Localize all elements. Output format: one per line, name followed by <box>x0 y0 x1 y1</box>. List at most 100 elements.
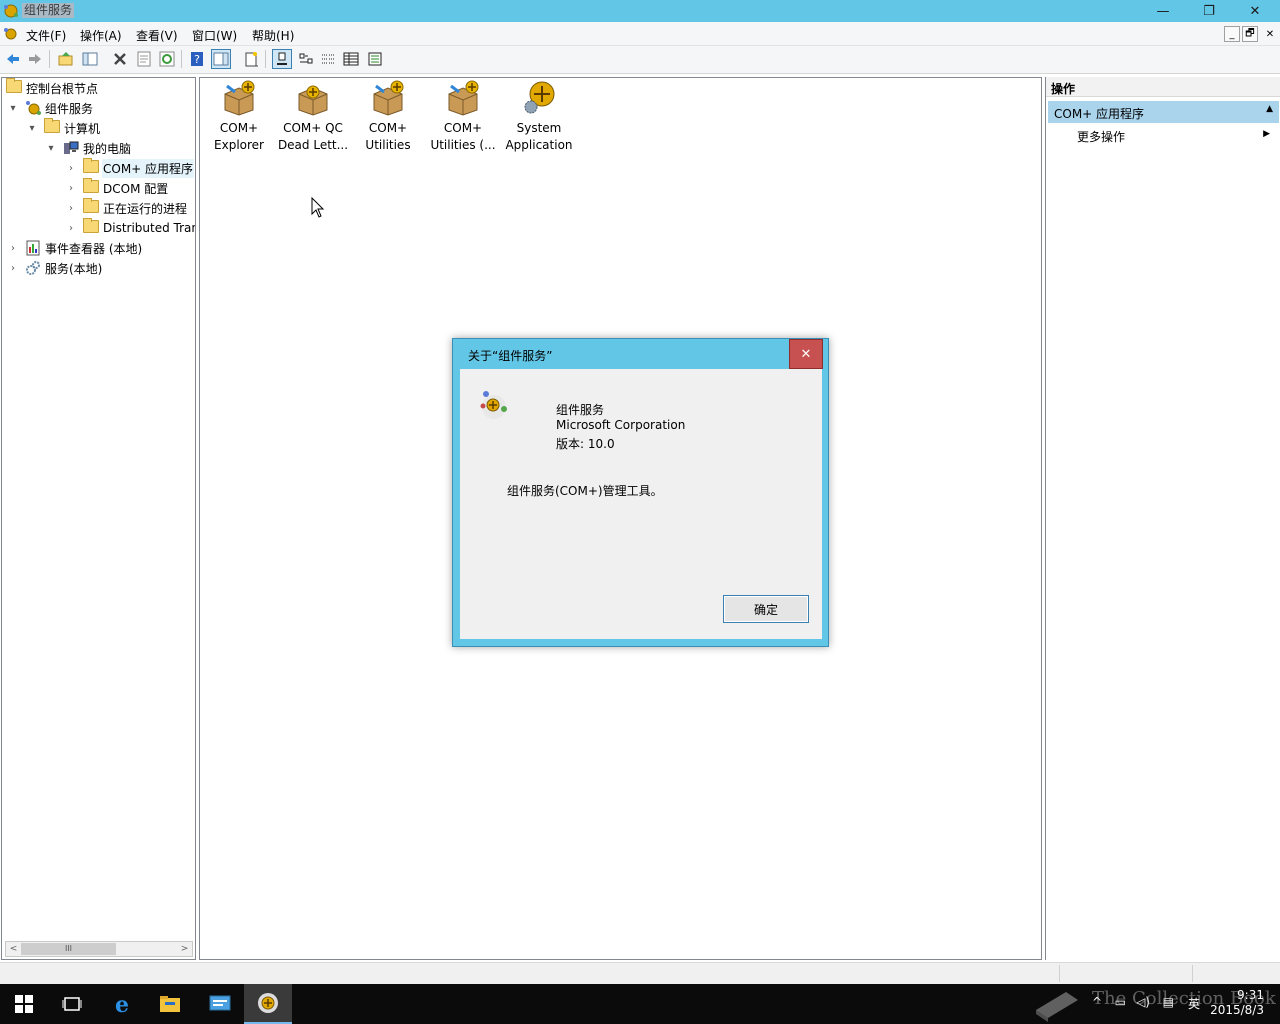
tree-item-com-applications[interactable]: › COM+ 应用程序 <box>65 158 195 178</box>
chevron-right-icon[interactable]: › <box>65 202 77 214</box>
edge-icon[interactable]: e <box>98 984 146 1024</box>
help-icon[interactable]: ? <box>187 49 207 69</box>
console-tree[interactable]: 控制台根节点 ▾ 组件服务 ▾ 计算机 ▾ 我的电脑 › COM+ 应用程序 ›… <box>1 77 196 960</box>
chevron-down-icon[interactable]: ▾ <box>45 142 57 154</box>
small-icons-view-icon[interactable] <box>296 49 316 69</box>
collapse-up-icon[interactable]: ▲ <box>1266 104 1273 114</box>
chevron-right-icon[interactable]: › <box>7 242 19 254</box>
server-manager-icon[interactable] <box>196 984 244 1024</box>
tree-item-component-services[interactable]: ▾ 组件服务 <box>7 98 93 118</box>
event-viewer-icon <box>26 240 40 256</box>
tree-item-running-processes[interactable]: › 正在运行的进程 <box>65 198 187 218</box>
computer-icon <box>64 141 79 154</box>
up-icon[interactable] <box>56 49 76 69</box>
scroll-thumb[interactable]: III <box>21 943 116 955</box>
tree-item-event-viewer[interactable]: › 事件查看器 (本地) <box>7 238 142 258</box>
start-icon[interactable] <box>0 984 48 1024</box>
folder-icon <box>44 118 60 136</box>
dialog-body: 组件服务 Microsoft Corporation 版本: 10.0 组件服务… <box>460 369 822 639</box>
chevron-right-icon[interactable]: › <box>65 182 77 194</box>
tree-item-distributed-transaction[interactable]: › Distributed Tran <box>65 218 195 238</box>
component-services-icon <box>26 101 41 115</box>
tree-item-services[interactable]: › 服务(本地) <box>7 258 102 278</box>
delete-icon[interactable] <box>110 49 130 69</box>
large-icons-view-icon[interactable] <box>272 49 292 69</box>
status-view-icon[interactable] <box>365 49 385 69</box>
folder-icon <box>83 218 99 236</box>
tree-item-dcom-config[interactable]: › DCOM 配置 <box>65 178 168 198</box>
restore-button[interactable]: ❐ <box>1186 0 1232 22</box>
show-hide-action-pane-icon[interactable] <box>211 49 231 69</box>
actions-group-com-applications[interactable]: COM+ 应用程序 ▲ <box>1048 101 1279 123</box>
component-services-app-icon <box>258 993 278 1013</box>
refresh-icon[interactable] <box>157 49 177 69</box>
toolbar-separator <box>265 50 266 68</box>
tree-horizontal-scrollbar[interactable]: < III > <box>5 941 193 957</box>
status-cell <box>1059 965 1192 982</box>
more-actions-item[interactable]: 更多操作 <box>1077 128 1125 145</box>
forward-icon[interactable] <box>25 49 45 69</box>
show-hide-tree-icon[interactable] <box>80 49 100 69</box>
item-com-utilities-32[interactable]: COM+ Utilities (... <box>424 80 502 154</box>
chevron-down-icon[interactable]: ▾ <box>7 102 19 114</box>
toolbar-separator <box>181 50 182 68</box>
menu-window[interactable]: 窗口(W) <box>192 27 237 44</box>
properties-icon[interactable] <box>134 49 154 69</box>
menu-action[interactable]: 操作(A) <box>80 27 122 44</box>
status-cell <box>1192 965 1280 982</box>
chevron-down-icon[interactable]: ▾ <box>26 122 38 134</box>
mdi-close-button[interactable]: ✕ <box>1262 26 1278 42</box>
description-text: 组件服务(COM+)管理工具。 <box>507 484 663 498</box>
com-package-icon <box>373 80 404 116</box>
mdi-restore-button[interactable]: 🗗 <box>1242 26 1258 42</box>
chevron-right-icon[interactable]: › <box>65 222 77 234</box>
com-package-icon <box>224 80 255 116</box>
about-dialog[interactable]: 关于“组件服务” ✕ 组件服务 Microsoft Corporation 版本… <box>452 338 829 647</box>
window-title: 组件服务 <box>22 3 75 18</box>
scroll-right-button[interactable]: > <box>177 942 192 956</box>
services-gear-icon <box>26 261 40 275</box>
menu-file[interactable]: 文件(F) <box>26 27 66 44</box>
book-watermark-icon <box>1036 992 1078 1022</box>
scroll-left-button[interactable]: < <box>6 942 21 956</box>
toolbar-separator <box>49 50 50 68</box>
list-view-icon[interactable] <box>318 49 338 69</box>
com-package-icon <box>298 85 328 116</box>
item-com-qc-dead-letter[interactable]: COM+ QC Dead Lett... <box>274 80 352 154</box>
tree-item-console-root[interactable]: 控制台根节点 <box>6 78 98 98</box>
mouse-cursor-icon <box>311 197 325 218</box>
dialog-close-button[interactable]: ✕ <box>789 339 823 369</box>
file-explorer-icon[interactable] <box>146 984 194 1024</box>
title-bar[interactable]: 组件服务 — ❐ ✕ <box>0 0 1280 22</box>
back-icon[interactable] <box>3 49 23 69</box>
export-list-icon[interactable] <box>241 49 261 69</box>
status-bar <box>0 962 1280 984</box>
folder-icon <box>83 198 99 216</box>
component-services-app-icon <box>4 4 18 18</box>
company-name: Microsoft Corporation <box>556 418 686 432</box>
mmc-document-icon[interactable] <box>3 26 19 42</box>
tree-item-computers[interactable]: ▾ 计算机 <box>26 118 100 138</box>
menu-view[interactable]: 查看(V) <box>136 27 178 44</box>
item-com-explorer[interactable]: COM+ Explorer <box>200 80 278 154</box>
menu-help[interactable]: 帮助(H) <box>252 27 294 44</box>
submenu-arrow-icon: ▶ <box>1263 129 1270 139</box>
close-button[interactable]: ✕ <box>1232 0 1278 22</box>
item-system-application[interactable]: System Application <box>500 80 578 154</box>
chevron-right-icon[interactable]: › <box>65 162 77 174</box>
detail-view-icon[interactable] <box>341 49 361 69</box>
actions-header: 操作 <box>1046 77 1280 97</box>
svg-text:e: e <box>115 993 129 1015</box>
chevron-right-icon[interactable]: › <box>7 262 19 274</box>
product-name: 组件服务 <box>556 403 605 417</box>
com-package-icon <box>448 80 479 116</box>
tree-item-my-computer[interactable]: ▾ 我的电脑 <box>45 138 131 158</box>
menu-bar: 文件(F) 操作(A) 查看(V) 窗口(W) 帮助(H) _ 🗗 ✕ <box>0 22 1280 46</box>
task-view-icon[interactable] <box>48 984 96 1024</box>
component-services-taskbar-button[interactable] <box>244 984 292 1024</box>
item-com-utilities[interactable]: COM+ Utilities <box>349 80 427 154</box>
ok-button[interactable]: 确定 <box>723 595 809 623</box>
watermark: The Collection Book <box>1030 984 1280 1024</box>
minimize-button[interactable]: — <box>1140 0 1186 22</box>
mdi-minimize-button[interactable]: _ <box>1224 26 1240 42</box>
